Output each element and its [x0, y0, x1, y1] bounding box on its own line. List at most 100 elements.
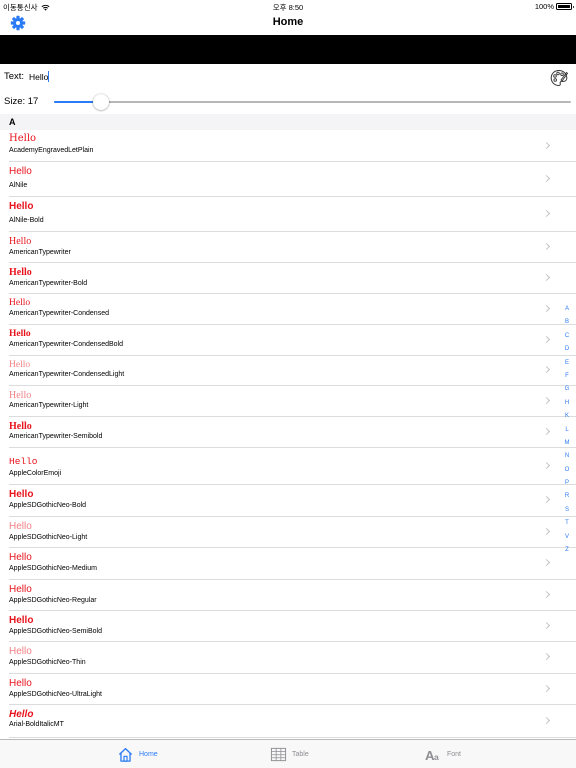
- index-letter[interactable]: E: [561, 357, 573, 370]
- status-right: 100%: [534, 2, 574, 11]
- font-row[interactable]: Hello AppleSDGothicNeo-UltraLight: [0, 673, 576, 704]
- font-sample-text: Hello: [9, 298, 31, 308]
- tab-bar: Home Table A a Font: [0, 739, 576, 768]
- row-separator: [9, 736, 576, 737]
- index-letter[interactable]: K: [561, 410, 573, 423]
- font-sample-text: Hello: [9, 329, 31, 339]
- font-row[interactable]: Hello AppleSDGothicNeo-Thin: [0, 641, 576, 673]
- font-row[interactable]: Hello AppleSDGothicNeo-SemiBold: [0, 610, 576, 641]
- font-name-label: AppleSDGothicNeo-Thin: [9, 659, 86, 666]
- font-name-label: AppleColorEmoji: [9, 470, 62, 477]
- font-row[interactable]: Hello AmericanTypewriter: [0, 231, 576, 262]
- chevron-right-icon: [542, 621, 551, 629]
- font-name-label: AmericanTypewriter-Semibold: [9, 433, 103, 440]
- chevron-right-icon: [542, 335, 551, 343]
- slider-track: [54, 101, 571, 103]
- font-row[interactable]: Hello AppleSDGothicNeo-Light: [0, 516, 576, 547]
- font-row[interactable]: Hello AlNile-Bold: [0, 196, 576, 231]
- index-letter[interactable]: Z: [561, 544, 573, 557]
- font-name-label: AppleSDGothicNeo-SemiBold: [9, 628, 102, 635]
- table-icon: [270, 747, 287, 762]
- font-row[interactable]: Hello AppleColorEmoji: [0, 447, 576, 484]
- font-name-label: AppleSDGothicNeo-Medium: [9, 565, 97, 572]
- index-letter[interactable]: B: [561, 316, 573, 329]
- chevron-right-icon: [542, 141, 551, 149]
- index-letter[interactable]: F: [561, 370, 573, 383]
- tab-home[interactable]: Home: [117, 740, 158, 768]
- sample-text-input[interactable]: [27, 69, 227, 84]
- font-name-label: Arial-BoldItalicMT: [9, 721, 64, 728]
- tab-font[interactable]: A a Font: [425, 740, 461, 768]
- chevron-right-icon: [542, 527, 551, 535]
- navigation-bar: Home: [0, 12, 576, 35]
- font-row[interactable]: Hello AmericanTypewriter-Bold: [0, 262, 576, 293]
- font-row[interactable]: Hello AcademyEngravedLetPlain: [0, 130, 576, 161]
- index-letter[interactable]: M: [561, 437, 573, 450]
- font-sample-text: Hello: [9, 166, 32, 177]
- font-sample-text: Hello: [9, 489, 34, 500]
- section-index[interactable]: ABCDEFGHKLMNOPRSTVZ: [561, 303, 573, 557]
- font-name-label: AppleSDGothicNeo-Regular: [9, 597, 97, 604]
- font-sample-text: Hello: [9, 709, 34, 720]
- font-row[interactable]: Hello AmericanTypewriter-CondensedLight: [0, 355, 576, 385]
- index-letter[interactable]: P: [561, 477, 573, 490]
- font-name-label: AppleSDGothicNeo-Bold: [9, 502, 87, 509]
- index-letter[interactable]: R: [561, 490, 573, 503]
- chevron-right-icon: [542, 716, 551, 724]
- index-letter[interactable]: V: [561, 531, 573, 544]
- index-letter[interactable]: T: [561, 517, 573, 530]
- font-row[interactable]: Hello AppleSDGothicNeo-Bold: [0, 484, 576, 516]
- slider-thumb[interactable]: [92, 94, 109, 110]
- font-name-label: AcademyEngravedLetPlain: [9, 147, 94, 154]
- chevron-right-icon: [542, 652, 551, 661]
- home-icon: [118, 747, 133, 762]
- size-row: Size: 17: [0, 90, 576, 114]
- status-bar: 이동통신사 오후 8:50 100%: [0, 0, 576, 12]
- section-title: A: [9, 117, 16, 127]
- font-list: Hello AcademyEngravedLetPlain Hello AlNile H…: [0, 130, 576, 739]
- index-letter[interactable]: H: [561, 397, 573, 410]
- page-title: Home: [272, 16, 304, 28]
- chevron-right-icon: [542, 242, 551, 250]
- font-sample-text: Hello: [9, 646, 32, 657]
- index-letter[interactable]: O: [561, 464, 573, 477]
- text-row: Text:: [0, 64, 576, 90]
- text-label: Text:: [4, 71, 25, 82]
- font-row[interactable]: Hello AppleSDGothicNeo-Medium: [0, 547, 576, 579]
- font-name-label: AmericanTypewriter: [9, 249, 71, 256]
- index-letter[interactable]: C: [561, 330, 573, 343]
- index-letter[interactable]: S: [561, 504, 573, 517]
- font-sample-text: Hello: [9, 615, 34, 626]
- font-row[interactable]: Hello AmericanTypewriter-Semibold: [0, 416, 576, 447]
- palette-icon[interactable]: [549, 68, 569, 88]
- font-row[interactable]: Hello AmericanTypewriter-Condensed: [0, 293, 576, 324]
- font-row[interactable]: Hello AmericanTypewriter-CondensedBold: [0, 324, 576, 355]
- index-letter[interactable]: L: [561, 424, 573, 437]
- size-slider[interactable]: [54, 94, 571, 110]
- text-caret: [47, 71, 49, 82]
- chevron-right-icon: [542, 209, 551, 217]
- chevron-right-icon: [542, 396, 551, 404]
- chevron-right-icon: [542, 273, 551, 281]
- font-row[interactable]: Hello AlNile: [0, 161, 576, 196]
- section-header: A: [0, 114, 576, 130]
- tab-table[interactable]: Table: [270, 740, 309, 768]
- font-row[interactable]: Hello AppleSDGothicNeo-Regular: [0, 579, 576, 610]
- font-row[interactable]: Hello Arial-BoldItalicMT: [0, 704, 576, 737]
- banner-area: [0, 35, 576, 64]
- index-letter[interactable]: A: [561, 303, 573, 316]
- index-letter[interactable]: D: [561, 343, 573, 356]
- chevron-right-icon: [542, 427, 551, 435]
- battery-level: [558, 5, 570, 8]
- index-letter[interactable]: N: [561, 450, 573, 463]
- size-label: Size: 17: [4, 96, 39, 107]
- chevron-right-icon: [542, 304, 551, 312]
- index-letter[interactable]: G: [561, 383, 573, 396]
- chevron-right-icon: [542, 365, 551, 374]
- font-name-label: AppleSDGothicNeo-UltraLight: [9, 691, 102, 698]
- battery-percent: 100%: [534, 2, 554, 11]
- font-sample-text: Hello: [9, 678, 32, 689]
- font-name-label: AlNile: [9, 182, 28, 189]
- font-row[interactable]: Hello AmericanTypewriter-Light: [0, 385, 576, 416]
- font-sample-text: Hello: [9, 552, 32, 563]
